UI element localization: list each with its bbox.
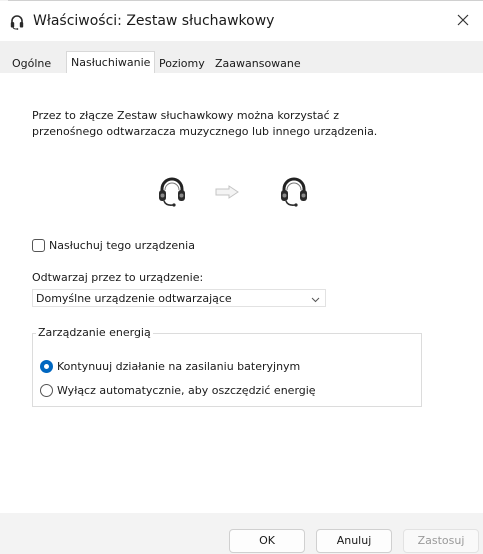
playback-device-dropdown[interactable]: Domyślne urządzenie odtwarzające [32,289,326,307]
radio-button-selected[interactable] [40,359,53,373]
headset-icon [156,175,188,210]
radio-auto-disable[interactable]: Wyłącz automatycznie, aby oszczędzić ene… [40,381,316,399]
dialog-footer: OK Anuluj Zastosuj [0,513,483,554]
playback-device-value: Domyślne urządzenie odtwarzające [36,292,232,305]
playback-device-label: Odtwarzaj przez to urządzenie: [32,271,204,284]
device-illustration [0,171,483,213]
power-management-title: Zarządzanie energią [36,326,153,339]
listen-checkbox[interactable] [32,238,45,252]
listen-description: Przez to złącze Zestaw słuchawkowy można… [32,109,378,138]
headset-icon [9,14,25,30]
radio-auto-disable-label: Wyłącz automatycznie, aby oszczędzić ene… [57,383,316,397]
window-title: Właściwości: Zestaw słuchawkowy [33,13,275,29]
radio-button-unselected[interactable] [40,383,53,397]
headset-icon [278,175,310,210]
chevron-down-icon [311,294,320,303]
tab-zaawansowane[interactable]: Zaawansowane [211,55,305,73]
arrow-right-icon [215,185,239,202]
radio-continue-label: Kontynuuj działanie na zasilaniu bateryj… [57,359,301,373]
listen-checkbox-label: Nasłuchuj tego urządzenia [49,238,195,252]
radio-continue-on-battery[interactable]: Kontynuuj działanie na zasilaniu bateryj… [40,357,300,375]
ok-button[interactable]: OK [229,529,305,553]
title-bar[interactable]: Właściwości: Zestaw słuchawkowy [0,1,483,41]
listen-checkbox-row[interactable]: Nasłuchuj tego urządzenia [32,236,195,254]
tab-poziomy[interactable]: Poziomy [155,55,209,73]
tab-strip: Ogólne Nasłuchiwanie Poziomy Zaawansowan… [0,41,483,74]
listen-tab-panel: Przez to złącze Zestaw słuchawkowy można… [0,73,483,513]
cancel-button[interactable]: Anuluj [316,529,392,553]
tab-nasluchiwanie[interactable]: Nasłuchiwanie [66,51,156,74]
apply-button[interactable]: Zastosuj [403,529,479,553]
close-button[interactable] [443,1,483,41]
close-icon [457,14,469,29]
properties-window: Właściwości: Zestaw słuchawkowy Ogólne N… [0,0,483,554]
tab-ogolne[interactable]: Ogólne [8,55,55,73]
